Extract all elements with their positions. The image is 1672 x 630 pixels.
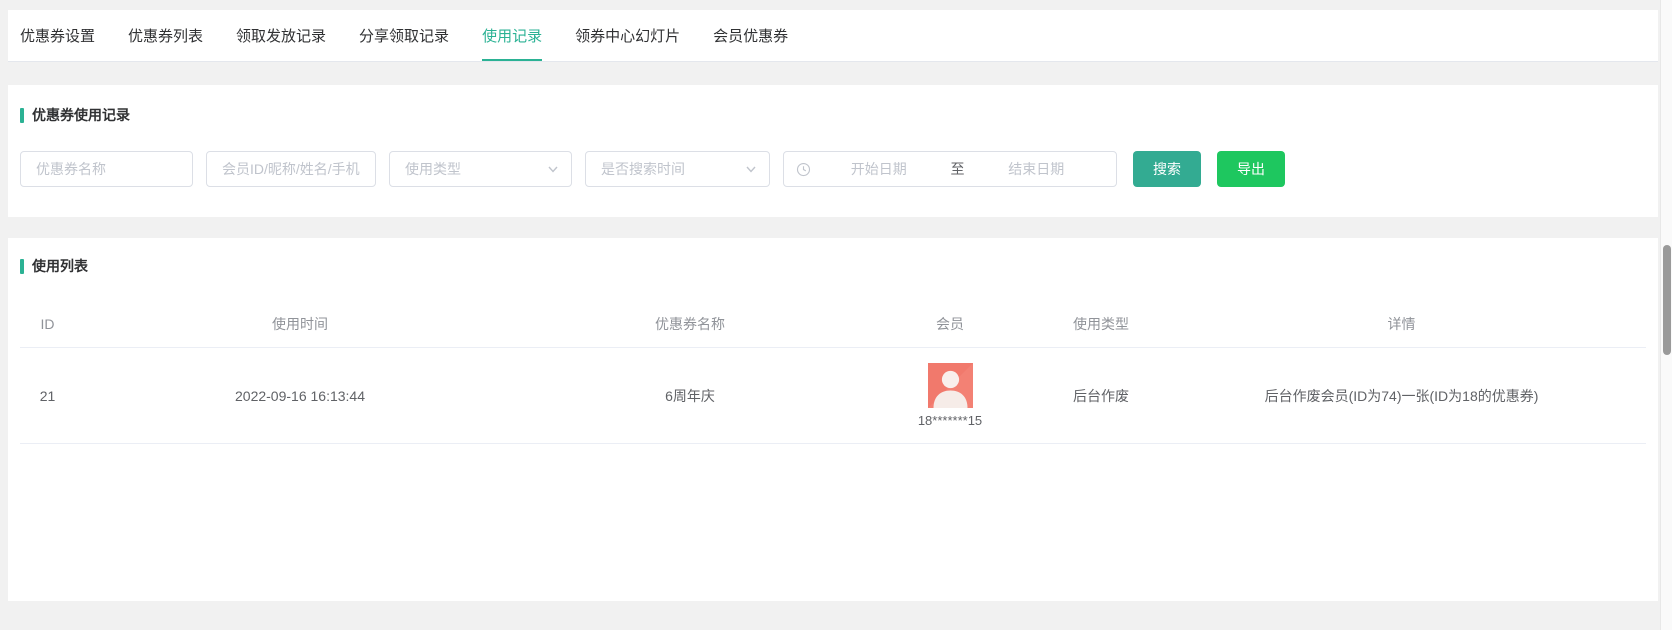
tab-coupon-settings[interactable]: 优惠券设置 [20,10,95,61]
end-date-placeholder[interactable]: 结束日期 [969,159,1105,179]
header-detail: 详情 [1157,314,1646,334]
header-use-type: 使用类型 [1045,314,1157,334]
section-accent-bar [20,259,24,274]
member-search-input[interactable] [206,151,376,187]
section-accent-bar [20,108,24,123]
tab-usage-records[interactable]: 使用记录 [482,10,542,61]
export-button[interactable]: 导出 [1217,151,1285,187]
tab-coupon-list[interactable]: 优惠券列表 [128,10,203,61]
header-member: 会员 [855,314,1045,334]
clock-icon [796,162,811,177]
usage-list-panel: 使用列表 ID 使用时间 优惠券名称 会员 使用类型 详情 21 2022-09… [8,238,1658,601]
search-button[interactable]: 搜索 [1133,151,1201,187]
date-range-picker[interactable]: 开始日期 至 结束日期 [783,151,1117,187]
header-coupon-name: 优惠券名称 [525,314,855,334]
start-date-placeholder[interactable]: 开始日期 [811,159,947,179]
table-row: 21 2022-09-16 16:13:44 6周年庆 18*******15 [20,348,1646,444]
page-content: 优惠券设置 优惠券列表 领取发放记录 分享领取记录 使用记录 领券中心幻灯片 会… [8,10,1658,601]
coupon-name-input[interactable] [20,151,193,187]
member-phone: 18*******15 [918,413,982,428]
cell-use-type: 后台作废 [1045,386,1157,406]
time-filter-select[interactable]: 是否搜索时间 [585,151,770,187]
table-header-row: ID 使用时间 优惠券名称 会员 使用类型 详情 [20,300,1646,348]
vertical-scrollbar[interactable] [1660,0,1672,630]
member-info: 18*******15 [860,363,1040,428]
use-type-placeholder: 使用类型 [405,159,461,179]
tab-share-receive-records[interactable]: 分享领取记录 [359,10,449,61]
list-section-title-text: 使用列表 [32,256,88,276]
cell-member: 18*******15 [855,363,1045,428]
header-id: ID [20,316,75,332]
tab-bar: 优惠券设置 优惠券列表 领取发放记录 分享领取记录 使用记录 领券中心幻灯片 会… [8,10,1658,62]
time-filter-placeholder: 是否搜索时间 [601,159,685,179]
cell-id: 21 [20,388,75,404]
cell-detail: 后台作废会员(ID为74)一张(ID为18的优惠券) [1157,386,1646,406]
tab-receive-issue-records[interactable]: 领取发放记录 [236,10,326,61]
search-section-title-text: 优惠券使用记录 [32,105,130,125]
date-separator: 至 [947,159,969,179]
use-type-select[interactable]: 使用类型 [389,151,572,187]
search-section-title: 优惠券使用记录 [20,105,1646,125]
tab-coupon-center-slides[interactable]: 领券中心幻灯片 [575,10,680,61]
search-controls: 使用类型 是否搜索时间 开始日期 至 结束日期 搜索 [20,151,1646,187]
member-avatar [928,363,973,408]
cell-coupon-name: 6周年庆 [525,386,855,406]
cell-use-time: 2022-09-16 16:13:44 [75,388,525,404]
scrollbar-thumb[interactable] [1663,245,1671,355]
header-use-time: 使用时间 [75,314,525,334]
list-section-title: 使用列表 [20,256,1646,276]
tab-member-coupons[interactable]: 会员优惠券 [713,10,788,61]
usage-search-panel: 优惠券使用记录 使用类型 是否搜索时间 [8,85,1658,217]
chevron-down-icon [745,163,757,175]
chevron-down-icon [547,163,559,175]
usage-table: ID 使用时间 优惠券名称 会员 使用类型 详情 21 2022-09-16 1… [20,300,1646,444]
